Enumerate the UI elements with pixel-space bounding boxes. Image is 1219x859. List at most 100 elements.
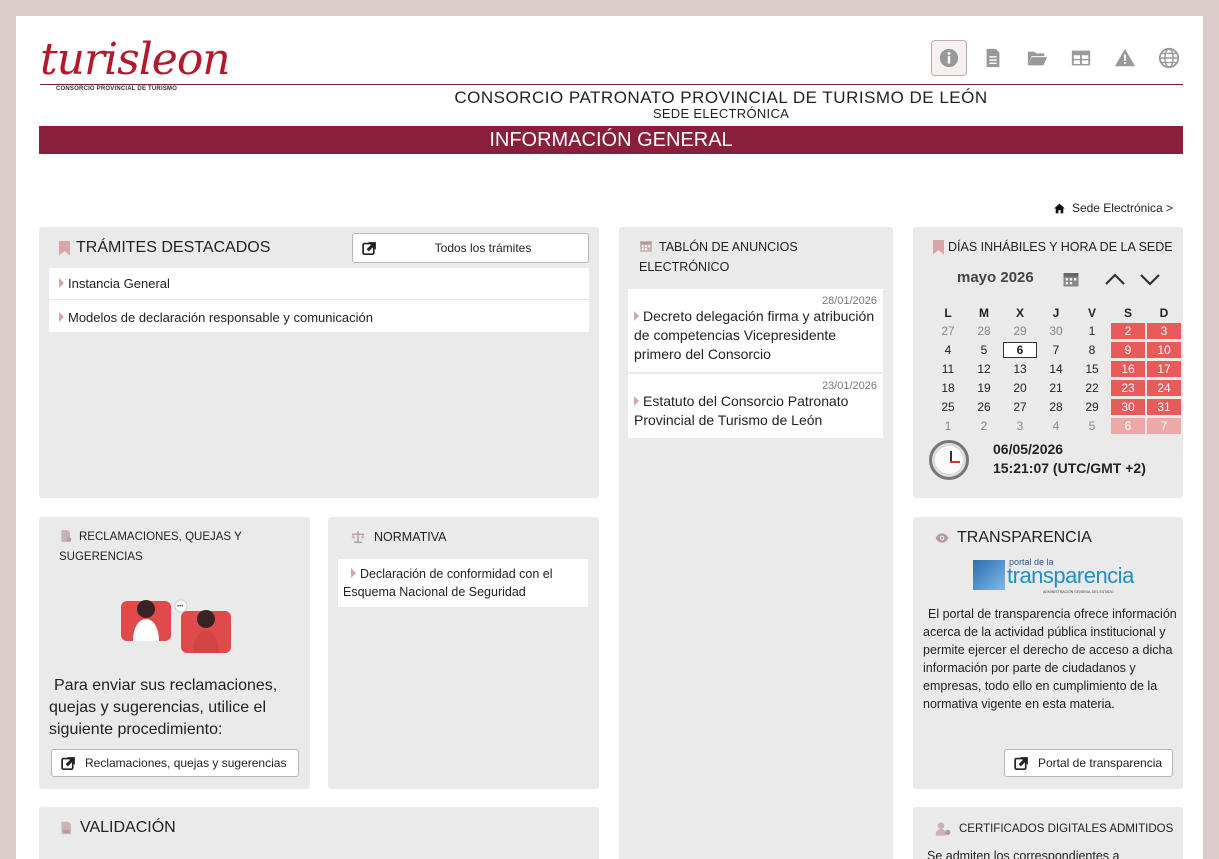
normativa-title: NORMATIVA	[348, 527, 446, 547]
breadcrumb-link[interactable]: Sede Electrónica >	[1072, 201, 1173, 215]
bookmark-icon	[59, 240, 70, 256]
folder-open-icon[interactable]	[1019, 40, 1055, 76]
external-link-icon	[61, 756, 75, 770]
portal-transparencia-button[interactable]: Portal de transparencia	[1004, 749, 1173, 777]
calendar-day[interactable]: 6	[1003, 342, 1037, 358]
calendar-day[interactable]: 28	[967, 323, 1001, 339]
calendar-day[interactable]: 25	[931, 399, 965, 415]
page: turisleon CONSORCIO PROVINCIAL DE TURISM…	[16, 16, 1203, 859]
scales-icon	[351, 531, 365, 543]
caret-right-icon	[351, 568, 356, 578]
transparencia-panel: TRANSPARENCIA portal de la transparencia…	[913, 517, 1183, 789]
reclamaciones-button[interactable]: Reclamaciones, quejas y sugerencias	[51, 749, 299, 777]
calendar-day[interactable]: 4	[1039, 418, 1073, 434]
todos-tramites-label: Todos los trámites	[434, 241, 532, 255]
calendar-day[interactable]: 31	[1147, 399, 1181, 415]
calendar-day[interactable]: 20	[1003, 380, 1037, 396]
normativa-title-text: NORMATIVA	[374, 530, 447, 544]
weekday-header: L	[944, 306, 952, 320]
calendar-day[interactable]: 22	[1075, 380, 1109, 396]
caret-right-icon	[634, 311, 639, 321]
tablon-title-line2: ELECTRÓNICO	[639, 260, 730, 274]
calendar-day[interactable]: 10	[1147, 342, 1181, 358]
calendar-day[interactable]: 27	[931, 323, 965, 339]
calendar-day[interactable]: 16	[1111, 361, 1145, 377]
calendar-day[interactable]: 2	[967, 418, 1001, 434]
calendar-day[interactable]: 29	[1003, 323, 1037, 339]
list-item[interactable]: Declaración de conformidad con el Esquem…	[338, 559, 588, 608]
caret-right-icon	[634, 396, 639, 406]
list-item-label: Instancia General	[68, 276, 170, 291]
organization-subtitle: SEDE ELECTRÓNICA	[652, 106, 790, 121]
list-item[interactable]: Instancia General	[49, 268, 589, 300]
calendar-day[interactable]: 5	[967, 342, 1001, 358]
calendar-day[interactable]: 11	[931, 361, 965, 377]
tablon-list: 28/01/2026 Decreto delegación firma y at…	[619, 289, 893, 440]
portal-transparencia-label: Portal de transparencia	[1038, 756, 1163, 770]
tramites-title-text: TRÁMITES DESTACADOS	[76, 239, 271, 256]
calendar-day[interactable]: 15	[1075, 361, 1109, 377]
calendar-day[interactable]: 26	[967, 399, 1001, 415]
calendar-day[interactable]: 29	[1075, 399, 1109, 415]
list-item-label: Modelos de declaración responsable y com…	[68, 310, 373, 325]
calendar-day[interactable]: 6	[1111, 418, 1145, 434]
weekday-header: M	[979, 306, 989, 320]
calendar-icon	[640, 241, 652, 252]
reclamaciones-button-label: Reclamaciones, quejas y sugerencias	[85, 756, 287, 770]
announcement-label: Decreto delegación firma y atribución de…	[634, 308, 875, 362]
reclamaciones-title: RECLAMACIONES, QUEJAS Y SUGERENCIAS	[59, 527, 242, 567]
header-divider	[40, 84, 1183, 85]
calendar-day[interactable]: 18	[931, 380, 965, 396]
calendar-day[interactable]: 9	[1111, 342, 1145, 358]
chevron-up-icon[interactable]	[1103, 267, 1127, 291]
breadcrumb[interactable]: Sede Electrónica >	[1053, 201, 1173, 215]
calendar-day[interactable]: 28	[1039, 399, 1073, 415]
tablon-title-line1: TABLÓN DE ANUNCIOS	[659, 240, 798, 254]
calendar-day[interactable]: 21	[1039, 380, 1073, 396]
calendar-day[interactable]: 8	[1075, 342, 1109, 358]
tramites-list: Instancia General Modelos de declaración…	[49, 268, 589, 333]
calendar-day[interactable]: 3	[1003, 418, 1037, 434]
calendar-day[interactable]: 1	[931, 418, 965, 434]
calendar-day[interactable]: 30	[1111, 399, 1145, 415]
calendar-day[interactable]: 23	[1111, 380, 1145, 396]
todos-tramites-button[interactable]: Todos los trámites	[352, 233, 589, 263]
calendar-day[interactable]: 13	[1003, 361, 1037, 377]
info-icon[interactable]	[931, 40, 967, 76]
page-title-banner: INFORMACIÓN GENERAL	[39, 126, 1183, 154]
calendar-day[interactable]: 30	[1039, 323, 1073, 339]
calendar-day[interactable]: 7	[1147, 418, 1181, 434]
announcement-text[interactable]: Estatuto del Consorcio Patronato Provinc…	[634, 392, 877, 430]
calendar-day[interactable]: 7	[1039, 342, 1073, 358]
calendar-day[interactable]: 12	[967, 361, 1001, 377]
transparencia-logo[interactable]: portal de la transparencia ADMINISTRACIÓ…	[973, 557, 1134, 597]
announcement-item[interactable]: 23/01/2026 Estatuto del Consorcio Patron…	[628, 374, 883, 438]
weekday-header: V	[1087, 306, 1096, 320]
current-date: 06/05/2026	[993, 441, 1064, 457]
reclamaciones-title-line2: SUGERENCIAS	[59, 551, 143, 563]
calendar-day[interactable]: 14	[1039, 361, 1073, 377]
chevron-down-icon[interactable]	[1138, 267, 1162, 291]
external-link-icon	[362, 241, 376, 255]
calendar-picker-icon[interactable]	[1062, 270, 1080, 288]
warning-icon[interactable]	[1107, 40, 1143, 76]
calendar-day[interactable]: 27	[1003, 399, 1037, 415]
calendar-day[interactable]: 4	[931, 342, 965, 358]
calendar-day[interactable]: 3	[1147, 323, 1181, 339]
list-item[interactable]: Modelos de declaración responsable y com…	[49, 300, 589, 333]
calendar-day[interactable]: 24	[1147, 380, 1181, 396]
table-icon[interactable]	[1063, 40, 1099, 76]
transparencia-logo-mark	[973, 560, 1005, 590]
globe-icon[interactable]	[1151, 40, 1187, 76]
calendar-day[interactable]: 1	[1075, 323, 1109, 339]
calendar-day[interactable]: 17	[1147, 361, 1181, 377]
document-icon[interactable]	[975, 40, 1011, 76]
certificados-text: Se admiten los correspondientes a	[927, 849, 1120, 859]
certificados-title-text: CERTIFICADOS DIGITALES ADMITIDOS	[959, 823, 1174, 835]
calendar-day[interactable]: 19	[967, 380, 1001, 396]
calendar-day[interactable]: 2	[1111, 323, 1145, 339]
calendar-day[interactable]: 5	[1075, 418, 1109, 434]
transparencia-logo-caption: ADMINISTRACIÓN GENERAL DEL ESTADO	[1043, 590, 1114, 594]
announcement-item[interactable]: 28/01/2026 Decreto delegación firma y at…	[628, 289, 883, 372]
announcement-text[interactable]: Decreto delegación firma y atribución de…	[634, 307, 877, 364]
